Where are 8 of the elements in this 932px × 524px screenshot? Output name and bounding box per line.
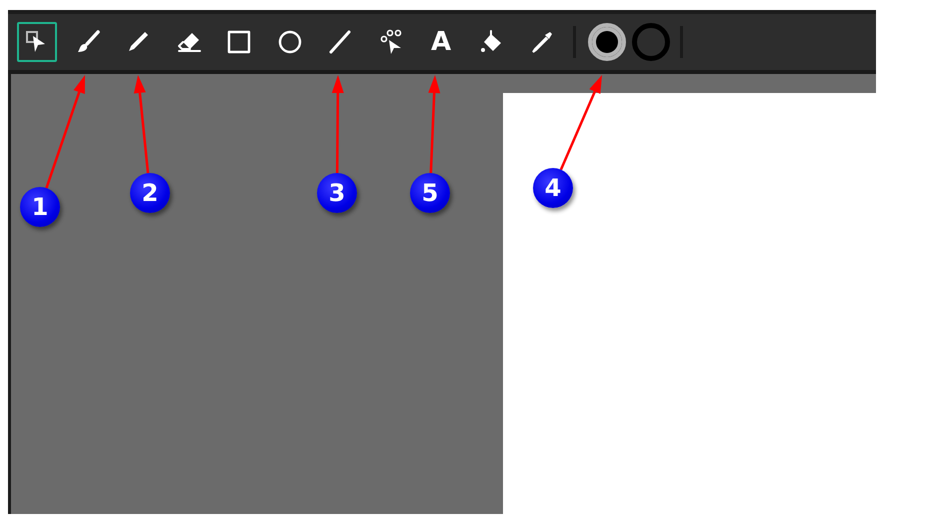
fill-color-swatch[interactable] bbox=[588, 23, 626, 61]
tool-button[interactable] bbox=[17, 22, 57, 62]
stroke-color-swatch[interactable] bbox=[632, 23, 670, 61]
line-icon bbox=[327, 29, 353, 55]
node-icon bbox=[378, 29, 404, 55]
circle-icon bbox=[276, 29, 302, 55]
text-tool-button[interactable]: A bbox=[421, 22, 461, 62]
rectangle-icon bbox=[226, 29, 252, 55]
